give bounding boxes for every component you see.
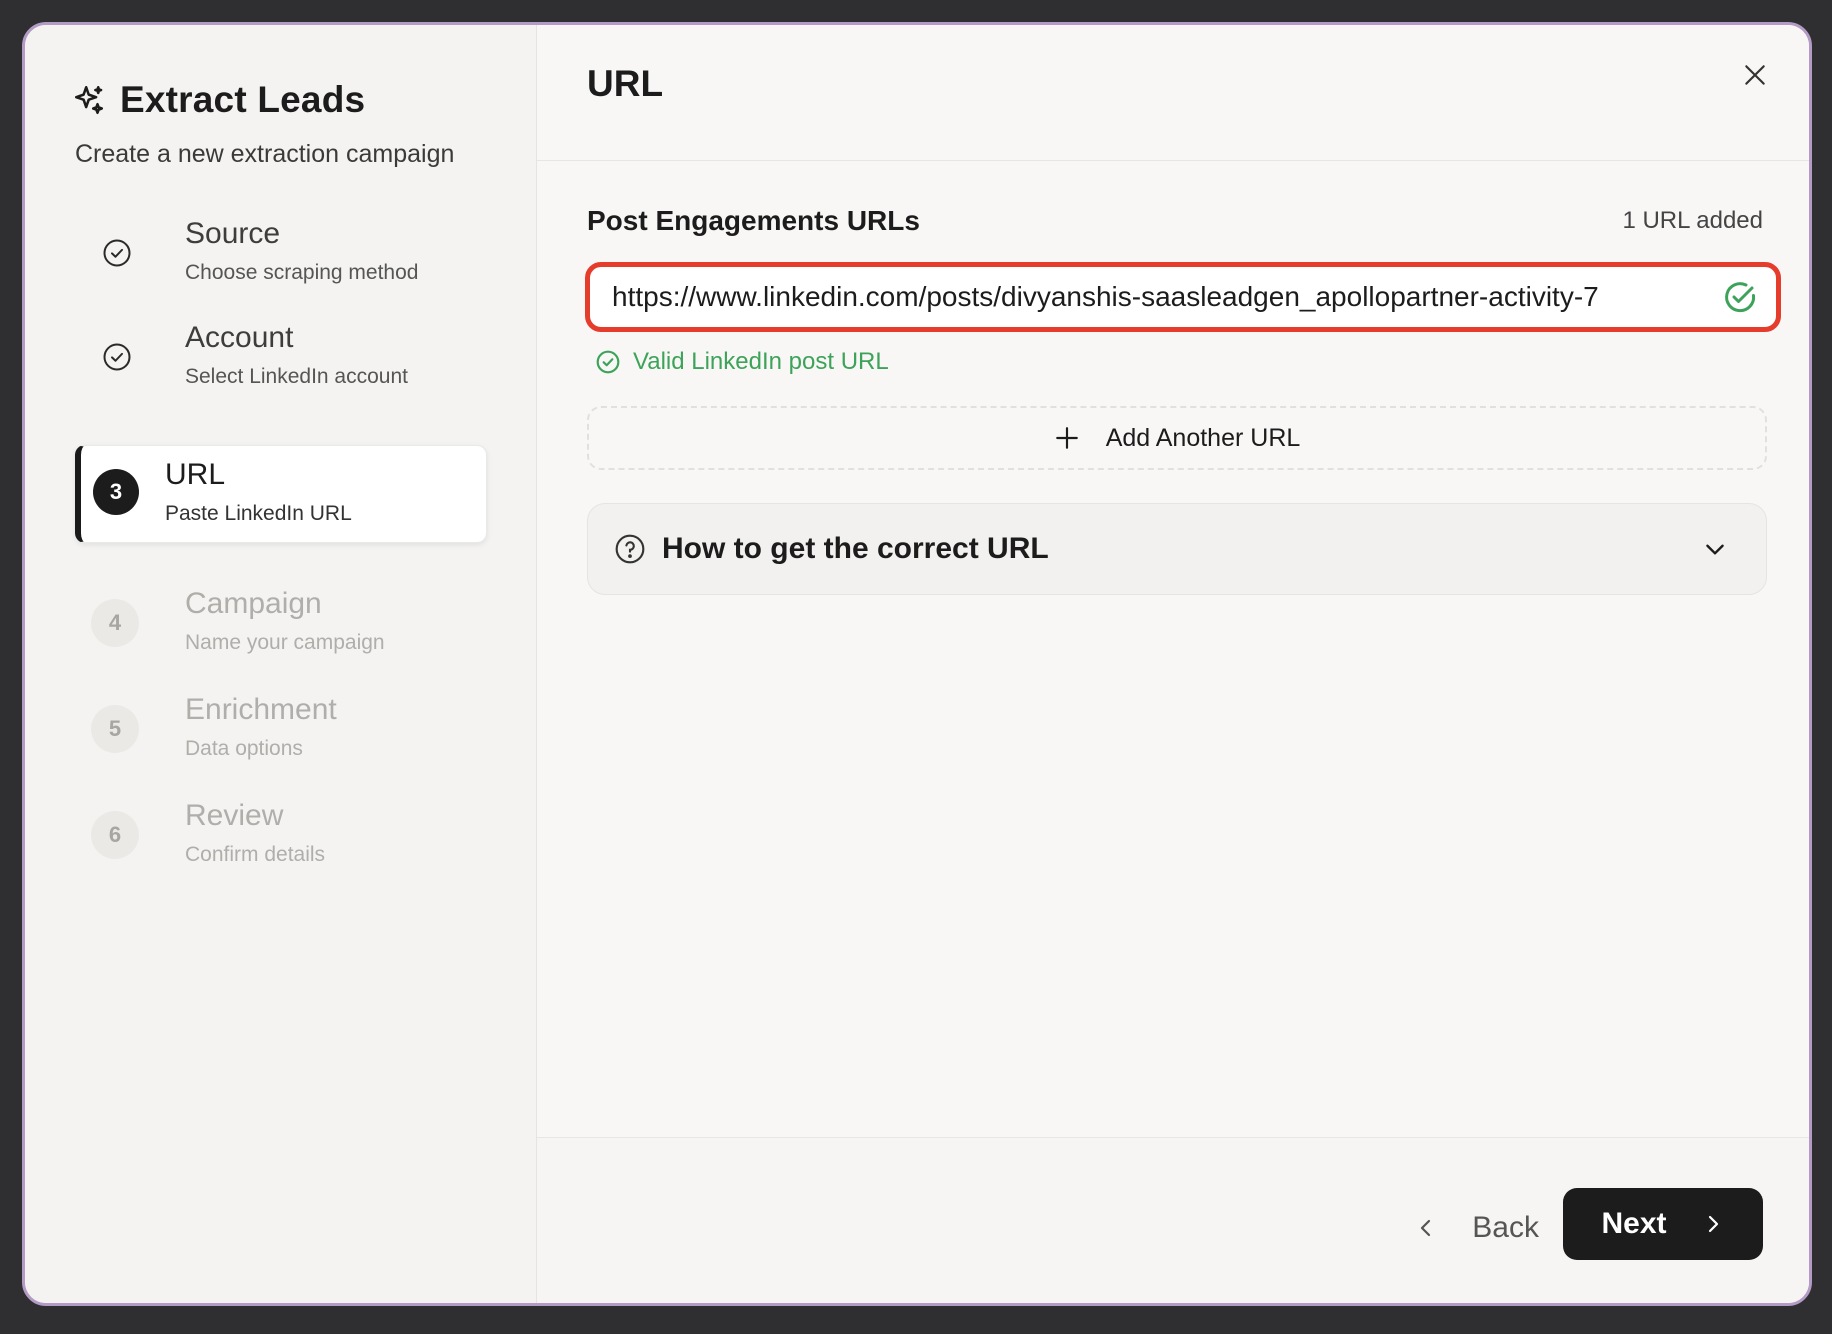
step-title: URL <box>165 458 226 491</box>
step-number-badge: 5 <box>91 705 139 753</box>
wizard-main-panel: URL Post Engagements URLs 1 URL added Va… <box>537 25 1809 1303</box>
step-title: Campaign <box>185 587 322 620</box>
help-circle-icon <box>615 534 645 564</box>
step-campaign: 4 Campaign Name your campaign <box>75 575 487 673</box>
validation-message: Valid LinkedIn post URL <box>595 348 889 376</box>
page-title: URL <box>587 63 664 104</box>
step-desc: Name your campaign <box>185 631 385 654</box>
step-review: 6 Review Confirm details <box>75 787 487 885</box>
wizard-footer: Back Next <box>537 1137 1809 1303</box>
close-button[interactable] <box>1735 55 1775 95</box>
next-label: Next <box>1601 1207 1667 1240</box>
validation-text: Valid LinkedIn post URL <box>633 348 889 375</box>
section-label: Post Engagements URLs <box>587 205 920 236</box>
step-number-badge: 4 <box>91 599 139 647</box>
sparkle-icon <box>74 85 104 115</box>
back-button[interactable]: Back <box>1414 1198 1539 1258</box>
extract-leads-modal: Extract Leads Create a new extraction ca… <box>22 22 1812 1306</box>
modal-title: Extract Leads <box>120 79 366 120</box>
step-account[interactable]: Account Select LinkedIn account <box>75 309 487 407</box>
url-input-wrapper <box>585 262 1781 332</box>
help-accordion[interactable]: How to get the correct URL <box>587 503 1767 595</box>
step-title: Enrichment <box>185 693 337 726</box>
panel-header: URL <box>537 25 1809 161</box>
chevron-right-icon <box>1708 1215 1718 1233</box>
next-button[interactable]: Next <box>1563 1188 1763 1260</box>
step-desc: Choose scraping method <box>185 261 419 284</box>
check-circle-icon <box>596 350 620 374</box>
plus-icon <box>1055 427 1078 449</box>
url-count: 1 URL added <box>1622 207 1763 234</box>
step-title: Account <box>185 321 294 354</box>
modal-subtitle: Create a new extraction campaign <box>75 140 455 168</box>
step-number-badge: 3 <box>93 469 139 515</box>
add-another-url-button[interactable]: Add Another URL <box>587 406 1767 470</box>
step-url[interactable]: 3 URL Paste LinkedIn URL <box>75 445 487 543</box>
step-enrichment: 5 Enrichment Data options <box>75 681 487 779</box>
back-label: Back <box>1472 1211 1539 1244</box>
step-desc: Confirm details <box>185 843 326 866</box>
check-circle-icon <box>97 233 137 273</box>
check-circle-icon <box>1725 282 1756 313</box>
chevron-left-icon <box>1421 1219 1431 1237</box>
step-source[interactable]: Source Choose scraping method <box>75 205 487 303</box>
chevron-down-icon <box>1706 544 1724 555</box>
step-desc: Paste LinkedIn URL <box>165 502 352 525</box>
step-number-badge: 6 <box>91 811 139 859</box>
help-label: How to get the correct URL <box>662 532 1049 565</box>
check-circle-icon <box>97 337 137 377</box>
step-title: Review <box>185 799 284 832</box>
close-icon <box>1745 65 1765 85</box>
wizard-sidebar: Extract Leads Create a new extraction ca… <box>25 25 537 1303</box>
step-title: Source <box>185 217 281 250</box>
url-input[interactable] <box>590 266 1722 328</box>
step-desc: Select LinkedIn account <box>185 365 408 388</box>
modal-brand: Extract Leads <box>72 79 365 121</box>
step-desc: Data options <box>185 737 303 760</box>
add-url-label: Add Another URL <box>1105 423 1301 452</box>
